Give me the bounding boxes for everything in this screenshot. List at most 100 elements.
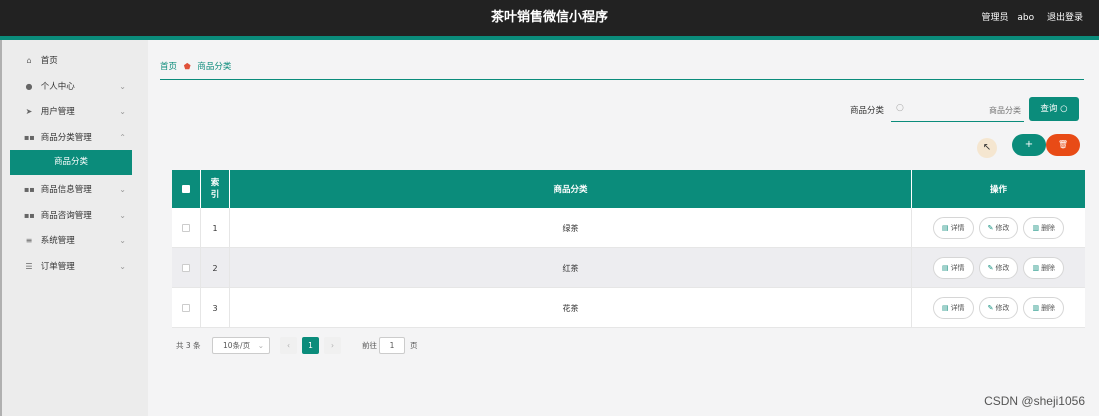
sidebar: ⌂ 首页 ● 个人中心 ⌄ ➤ 用户管理 ⌄ ▪▪ 商品分类管理 ⌃ 商品分类 …: [0, 40, 148, 416]
row-checkbox[interactable]: [182, 224, 190, 232]
edit-button[interactable]: ✎ 修改: [978, 257, 1019, 279]
trash-icon: ▥: [1032, 264, 1040, 272]
breadcrumb-current: 商品分类: [197, 62, 232, 72]
user-name: abo: [1017, 13, 1035, 23]
chevron-up-icon: ⌃: [119, 132, 126, 142]
edit-label: 修改: [995, 304, 1010, 312]
header-index: 索引: [201, 170, 230, 208]
sidebar-item-orders[interactable]: ☰ 订单管理 ⌄: [2, 254, 148, 280]
add-button[interactable]: +: [1012, 134, 1046, 156]
sidebar-item-label: 用户管理: [40, 107, 75, 117]
table-row: 1 绿茶 ▤ 详情 ✎ 修改 ▥ 删除: [172, 208, 1085, 248]
app-title: 茶叶销售微信小程序: [490, 10, 608, 25]
list-icon: ☰: [25, 261, 33, 271]
sidebar-subitem-category[interactable]: 商品分类: [10, 150, 132, 175]
goto-label: 前往: [362, 341, 377, 350]
batch-delete-button[interactable]: 🗑: [1046, 134, 1080, 156]
next-page-button[interactable]: ›: [324, 337, 341, 354]
prev-page-button[interactable]: ‹: [280, 337, 297, 354]
edit-button[interactable]: ✎ 修改: [978, 297, 1019, 319]
query-button-label: 查询: [1040, 104, 1058, 114]
header-name: 商品分类: [230, 170, 912, 208]
row-ops: ▤ 详情 ✎ 修改 ▥ 删除: [912, 288, 1085, 328]
row-checkbox[interactable]: [182, 264, 190, 272]
grid-icon: ▪▪: [24, 185, 35, 194]
sidebar-item-category-management[interactable]: ▪▪ 商品分类管理 ⌃: [2, 125, 148, 151]
table-header: 索引 商品分类 操作: [172, 170, 1085, 208]
trash-icon: ▥: [1032, 224, 1040, 232]
mouse-cursor-icon: ↖: [977, 138, 997, 158]
sidebar-item-home[interactable]: ⌂ 首页: [2, 48, 148, 74]
sidebar-item-label: 商品信息管理: [40, 185, 92, 195]
detail-button[interactable]: ▤ 详情: [932, 257, 974, 279]
row-checkbox[interactable]: [182, 304, 190, 312]
sidebar-item-system[interactable]: ≡ 系统管理 ⌄: [2, 228, 148, 254]
detail-label: 详情: [950, 264, 965, 272]
category-table: 索引 商品分类 操作 1 绿茶 ▤ 详情 ✎ 修改 ▥ 删除 2 红茶 ▤ 详情 ✎ 修改…: [172, 170, 1085, 328]
delete-label: 删除: [1041, 264, 1056, 272]
edit-label: 修改: [995, 264, 1010, 272]
pagination-total: 共 3 条: [176, 341, 201, 350]
delete-button[interactable]: ▥ 删除: [1023, 297, 1065, 319]
user-area: 管理员 abo 退出登录: [975, 0, 1083, 36]
row-index: 1: [201, 208, 230, 248]
sidebar-item-product-info[interactable]: ▪▪ 商品信息管理 ⌄: [2, 177, 148, 203]
system-icon: ≡: [25, 236, 33, 245]
chevron-down-icon: ⌄: [257, 341, 264, 350]
edit-button[interactable]: ✎ 修改: [978, 217, 1019, 239]
delete-button[interactable]: ▥ 删除: [1023, 257, 1065, 279]
chevron-down-icon: ⌄: [119, 236, 126, 245]
sidebar-item-label: 个人中心: [40, 81, 75, 92]
row-name: 绿茶: [230, 208, 912, 248]
chevron-down-icon: ⌄: [119, 210, 126, 220]
sidebar-item-personal-center[interactable]: ● 个人中心 ⌄: [2, 74, 148, 100]
query-button[interactable]: 查询 ○: [1029, 97, 1079, 121]
sidebar-item-label: 订单管理: [40, 261, 75, 272]
edit-icon: ✎: [987, 224, 994, 232]
search-input[interactable]: [911, 101, 1021, 119]
sidebar-item-label: 商品分类管理: [40, 132, 92, 143]
row-name: 红茶: [230, 248, 912, 288]
sidebar-item-label: 系统管理: [40, 236, 75, 246]
page-size-select[interactable]: 10条/页 ⌄: [212, 337, 270, 354]
sidebar-item-product-consult[interactable]: ▪▪ 商品咨询管理 ⌄: [2, 203, 148, 229]
search-box: ○: [891, 98, 1024, 122]
trash-icon: ▥: [1032, 304, 1040, 312]
detail-icon: ▤: [941, 224, 949, 232]
user-role: 管理员: [981, 13, 1009, 23]
sidebar-item-user-management[interactable]: ➤ 用户管理 ⌄: [2, 99, 148, 125]
delete-button[interactable]: ▥ 删除: [1023, 217, 1065, 239]
chevron-down-icon: ⌄: [119, 107, 126, 116]
main-content: 首页 ⬟ 商品分类 商品分类 ○ 查询 ○ ↖ + 🗑 索引 商品分类 操作 1…: [148, 40, 1099, 416]
logout-link[interactable]: 退出登录: [1047, 13, 1083, 23]
breadcrumb-separator-icon: ⬟: [183, 62, 191, 71]
sidebar-item-label: 商品咨询管理: [40, 210, 92, 221]
send-icon: ➤: [25, 107, 33, 116]
goto-page-input[interactable]: 1: [379, 337, 405, 354]
detail-label: 详情: [950, 304, 965, 312]
detail-button[interactable]: ▤ 详情: [932, 217, 974, 239]
top-bar: 茶叶销售微信小程序 管理员 abo 退出登录: [0, 0, 1099, 40]
row-index: 2: [201, 248, 230, 288]
home-icon: ⌂: [26, 56, 32, 65]
page-number-current[interactable]: 1: [302, 337, 319, 354]
search-icon: ○: [896, 103, 904, 113]
edit-label: 修改: [995, 224, 1010, 232]
watermark: CSDN @sheji1056: [984, 394, 1085, 408]
table-row: 2 红茶 ▤ 详情 ✎ 修改 ▥ 删除: [172, 248, 1085, 288]
detail-icon: ▤: [941, 304, 949, 312]
chevron-down-icon: ⌄: [119, 81, 126, 91]
sidebar-item-label: 首页: [40, 56, 58, 66]
search-icon: ○: [1060, 104, 1068, 114]
row-name: 花茶: [230, 288, 912, 328]
header-ops: 操作: [989, 185, 1007, 195]
breadcrumb-home[interactable]: 首页: [160, 62, 177, 72]
row-index: 3: [201, 288, 230, 328]
detail-button[interactable]: ▤ 详情: [932, 297, 974, 319]
row-ops: ▤ 详情 ✎ 修改 ▥ 删除: [912, 248, 1085, 288]
chevron-down-icon: ⌄: [119, 261, 126, 271]
header-checkbox-cell: [172, 170, 201, 208]
detail-label: 详情: [950, 224, 965, 232]
select-all-checkbox[interactable]: [182, 185, 190, 193]
header-index-label: 索引: [210, 178, 220, 200]
